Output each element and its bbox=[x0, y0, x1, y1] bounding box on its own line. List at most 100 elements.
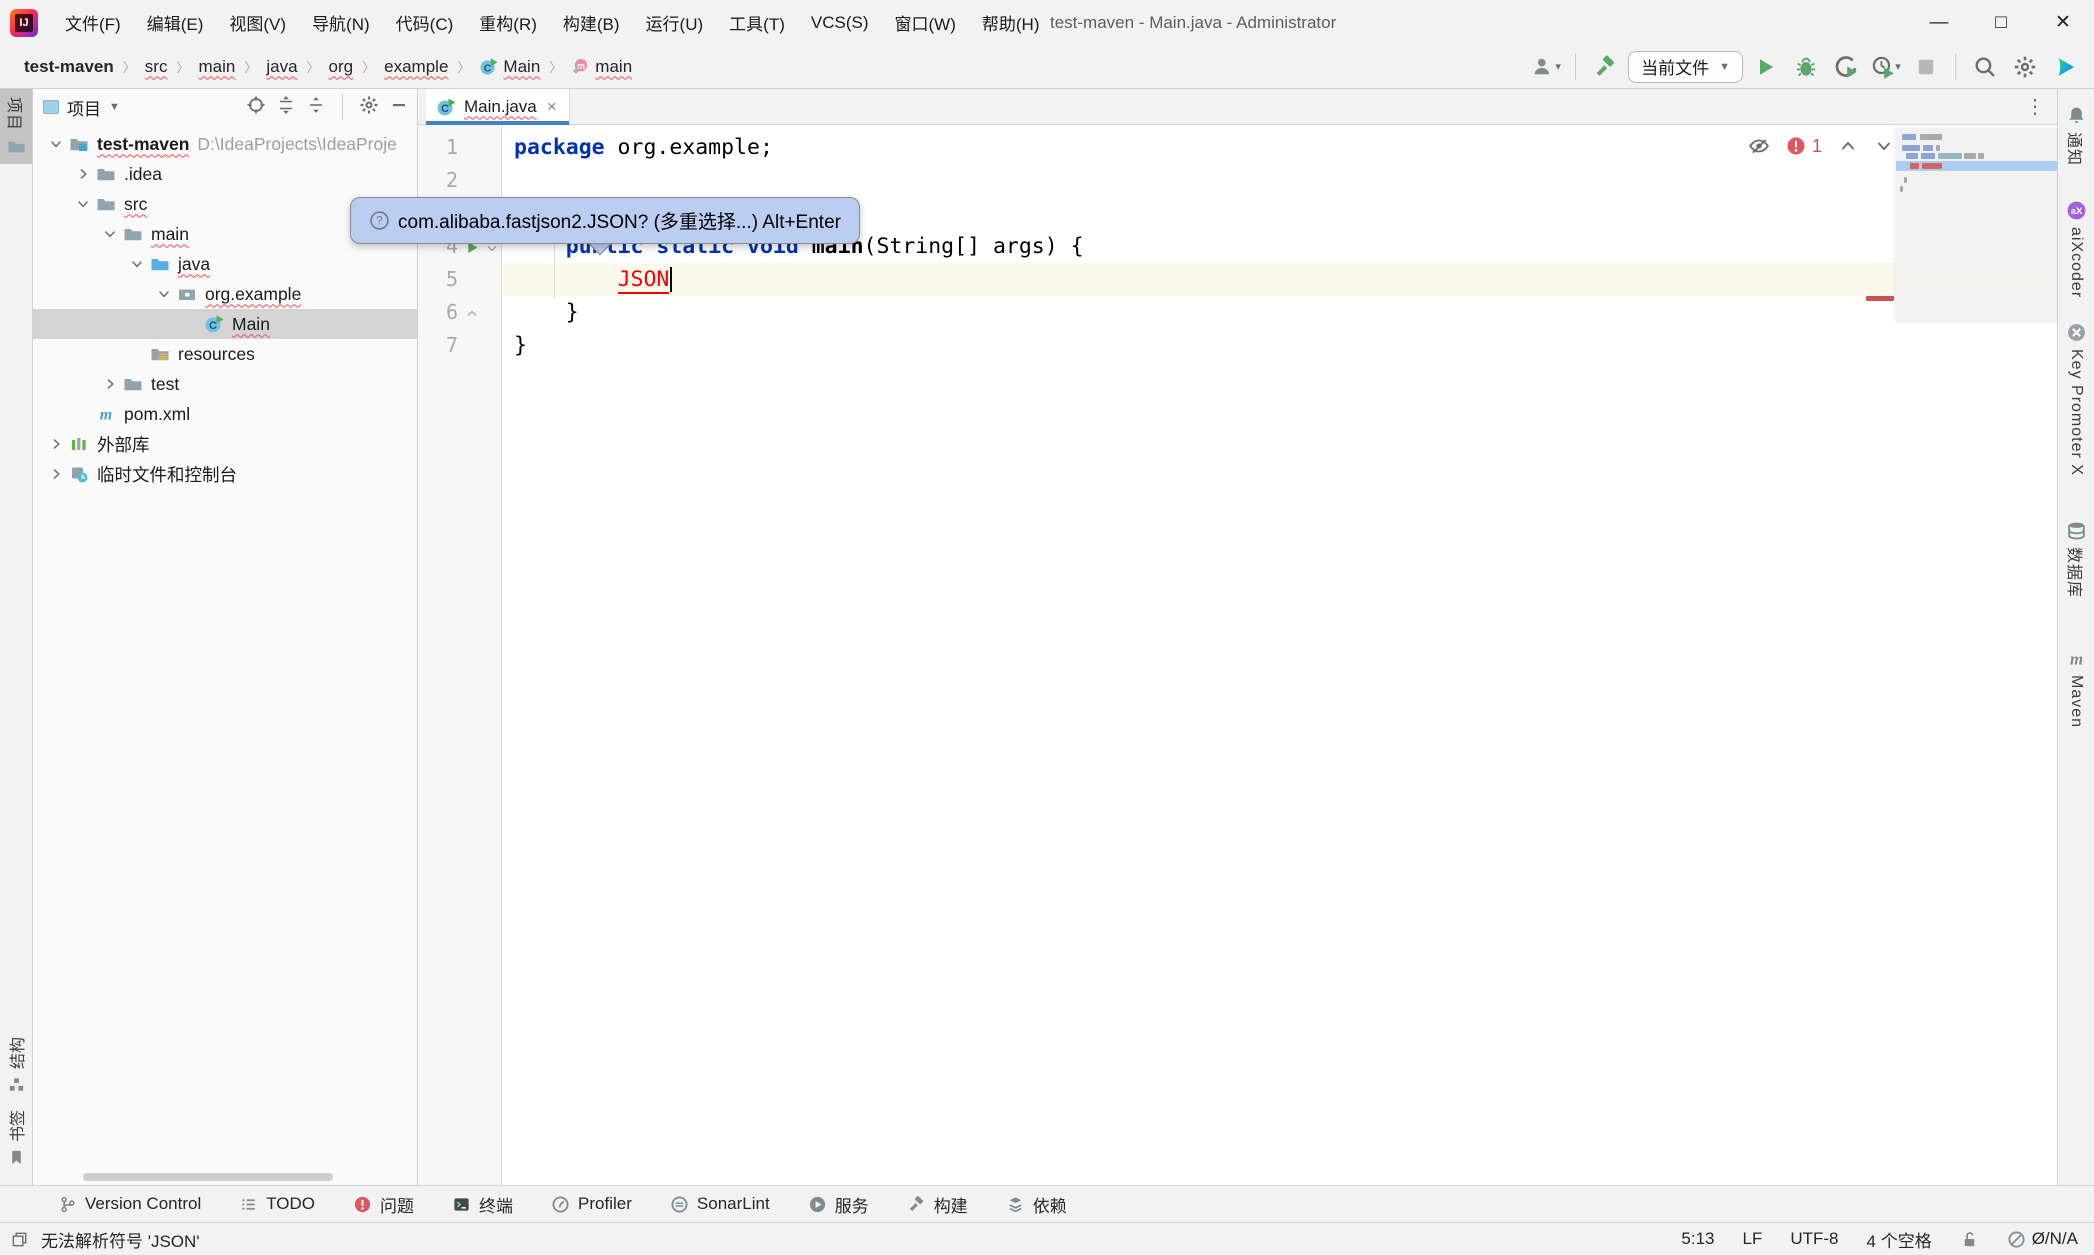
hide-panel-button[interactable] bbox=[389, 95, 409, 120]
chevron-down-icon[interactable] bbox=[45, 136, 67, 152]
menu-视图(V)[interactable]: 视图(V) bbox=[216, 0, 299, 45]
breadcrumb-item-main[interactable]: mmain bbox=[567, 55, 636, 79]
chevron-right-icon[interactable] bbox=[72, 166, 94, 182]
settings-button[interactable] bbox=[2008, 51, 2042, 83]
toolwindow-button-结构[interactable]: 结构 bbox=[0, 1029, 32, 1102]
menu-构建(B)[interactable]: 构建(B) bbox=[550, 0, 633, 45]
code-line-2[interactable] bbox=[502, 164, 2057, 197]
restore-layout-icon[interactable] bbox=[10, 1230, 29, 1249]
chevron-down-icon[interactable] bbox=[99, 226, 121, 242]
menu-运行(U)[interactable]: 运行(U) bbox=[633, 0, 717, 45]
chevron-up-icon[interactable] bbox=[1838, 136, 1858, 156]
tab-main-java[interactable]: C Main.java × bbox=[426, 89, 570, 124]
code-line-6[interactable]: } bbox=[502, 296, 2057, 329]
collapse-all-button[interactable] bbox=[306, 95, 326, 120]
chevron-right-icon[interactable] bbox=[99, 376, 121, 392]
indent-setting[interactable]: 4 个空格 bbox=[1867, 1227, 1932, 1252]
debug-button[interactable] bbox=[1789, 51, 1823, 83]
tree-item-org.example[interactable]: org.example bbox=[33, 279, 417, 309]
toolwindow-button-项目[interactable]: 项目 bbox=[0, 89, 32, 164]
menu-帮助(H)[interactable]: 帮助(H) bbox=[969, 0, 1053, 45]
toolwindow-button-Key Promoter X[interactable]: Key Promoter X bbox=[2058, 314, 2094, 484]
close-button[interactable]: ✕ bbox=[2032, 0, 2094, 45]
horizontal-scrollbar[interactable] bbox=[83, 1173, 333, 1181]
menu-编辑(E)[interactable]: 编辑(E) bbox=[134, 0, 217, 45]
menu-工具(T)[interactable]: 工具(T) bbox=[716, 0, 798, 45]
search-everywhere-button[interactable] bbox=[1968, 51, 2002, 83]
file-encoding[interactable]: UTF-8 bbox=[1790, 1229, 1838, 1249]
menu-VCS(S)[interactable]: VCS(S) bbox=[798, 0, 882, 45]
caret-position[interactable]: 5:13 bbox=[1681, 1229, 1714, 1249]
breadcrumb-item-test-maven[interactable]: test-maven bbox=[20, 55, 118, 79]
tree-item-resources[interactable]: resources bbox=[33, 339, 417, 369]
toolwindow-终端[interactable]: 终端 bbox=[440, 1186, 525, 1222]
toolwindow-button-aiXcoder[interactable]: aXaiXcoder bbox=[2058, 192, 2094, 306]
build-button[interactable] bbox=[1588, 51, 1622, 83]
toolwindow-button-通知[interactable]: 通知 bbox=[2058, 97, 2094, 174]
tree-item-临时文件和控制台[interactable]: 临时文件和控制台 bbox=[33, 459, 417, 489]
plugin-logo-button[interactable] bbox=[2048, 51, 2082, 83]
import-suggestion-tooltip[interactable]: ? com.alibaba.fastjson2.JSON? (多重选择...) … bbox=[350, 197, 860, 244]
breadcrumb-item-example[interactable]: example bbox=[380, 55, 452, 79]
more-options-icon[interactable]: ⋮ bbox=[2013, 89, 2057, 124]
error-stripe-mark[interactable] bbox=[1866, 296, 1894, 301]
close-tab-icon[interactable]: × bbox=[547, 97, 557, 117]
code-line-5[interactable]: JSON​ bbox=[502, 263, 2057, 296]
run-button[interactable] bbox=[1749, 51, 1783, 83]
tree-item-Main[interactable]: CMain bbox=[33, 309, 417, 339]
tree-item-pom.xml[interactable]: mpom.xml bbox=[33, 399, 417, 429]
eye-off-icon[interactable] bbox=[1748, 135, 1770, 157]
run-configuration-combo[interactable]: 当前文件▼ bbox=[1628, 51, 1743, 83]
toolwindow-Version Control[interactable]: Version Control bbox=[46, 1186, 213, 1222]
user-menu-button[interactable]: ▾ bbox=[1529, 51, 1563, 83]
select-opened-file-button[interactable] bbox=[246, 95, 266, 120]
code-minimap[interactable] bbox=[1896, 128, 2057, 322]
line-ending[interactable]: LF bbox=[1743, 1229, 1763, 1249]
lock-open-icon[interactable] bbox=[1960, 1230, 1979, 1249]
project-panel-title[interactable]: 项目 bbox=[67, 95, 101, 120]
chevron-down-icon[interactable]: ▼ bbox=[109, 101, 120, 113]
database-icon bbox=[2066, 520, 2087, 541]
toolwindow-button-书签[interactable]: 书签 bbox=[0, 1102, 32, 1175]
toolwindow-依赖[interactable]: 依赖 bbox=[994, 1186, 1079, 1222]
toolwindow-button-Maven[interactable]: mMaven bbox=[2058, 640, 2094, 736]
error-badge-icon[interactable] bbox=[1786, 136, 1806, 156]
menu-窗口(W)[interactable]: 窗口(W) bbox=[882, 0, 969, 45]
breadcrumb-item-src[interactable]: src bbox=[141, 55, 172, 79]
coverage-button[interactable]: ▾ bbox=[1869, 51, 1903, 83]
tree-item-.idea[interactable]: .idea bbox=[33, 159, 417, 189]
minimize-button[interactable]: — bbox=[1908, 0, 1970, 45]
toolwindow-构建[interactable]: 构建 bbox=[895, 1186, 980, 1222]
toolwindow-问题[interactable]: 问题 bbox=[341, 1186, 426, 1222]
tree-item-外部库[interactable]: 外部库 bbox=[33, 429, 417, 459]
stop-button[interactable] bbox=[1909, 51, 1943, 83]
tree-item-test[interactable]: test bbox=[33, 369, 417, 399]
tree-item-test-maven[interactable]: test-mavenD:\IdeaProjects\IdeaProje bbox=[33, 129, 417, 159]
toolwindow-服务[interactable]: 服务 bbox=[796, 1186, 881, 1222]
menu-重构(R)[interactable]: 重构(R) bbox=[466, 0, 550, 45]
menu-代码(C)[interactable]: 代码(C) bbox=[383, 0, 467, 45]
toolwindow-SonarLint[interactable]: SonarLint bbox=[658, 1186, 782, 1222]
menu-文件(F)[interactable]: 文件(F) bbox=[52, 0, 134, 45]
toolwindow-Profiler[interactable]: Profiler bbox=[539, 1186, 644, 1222]
chevron-down-icon[interactable] bbox=[72, 196, 94, 212]
maximize-button[interactable]: □ bbox=[1970, 0, 2032, 45]
menu-导航(N)[interactable]: 导航(N) bbox=[299, 0, 383, 45]
breadcrumb-item-main[interactable]: main bbox=[194, 55, 239, 79]
code-editor[interactable]: package org.example;public class Main { … bbox=[502, 125, 2057, 1185]
panel-settings-button[interactable] bbox=[359, 95, 379, 120]
toolwindow-TODO[interactable]: TODO bbox=[227, 1186, 327, 1222]
chevron-down-icon[interactable] bbox=[126, 256, 148, 272]
breadcrumb-item-java[interactable]: java bbox=[262, 55, 301, 79]
chevron-right-icon[interactable] bbox=[45, 466, 67, 482]
tree-item-java[interactable]: java bbox=[33, 249, 417, 279]
breadcrumb-item-org[interactable]: org bbox=[325, 55, 358, 79]
code-line-7[interactable]: } bbox=[502, 329, 2057, 362]
chevron-down-icon[interactable] bbox=[1874, 136, 1894, 156]
memory-indicator[interactable]: Ø/N/A bbox=[2007, 1229, 2078, 1249]
expand-all-button[interactable] bbox=[276, 95, 296, 120]
breadcrumb-item-Main[interactable]: CMain bbox=[475, 55, 544, 79]
toolwindow-button-数据库[interactable]: 数据库 bbox=[2058, 512, 2094, 606]
profile-button[interactable] bbox=[1829, 51, 1863, 83]
chevron-right-icon[interactable] bbox=[45, 436, 67, 452]
